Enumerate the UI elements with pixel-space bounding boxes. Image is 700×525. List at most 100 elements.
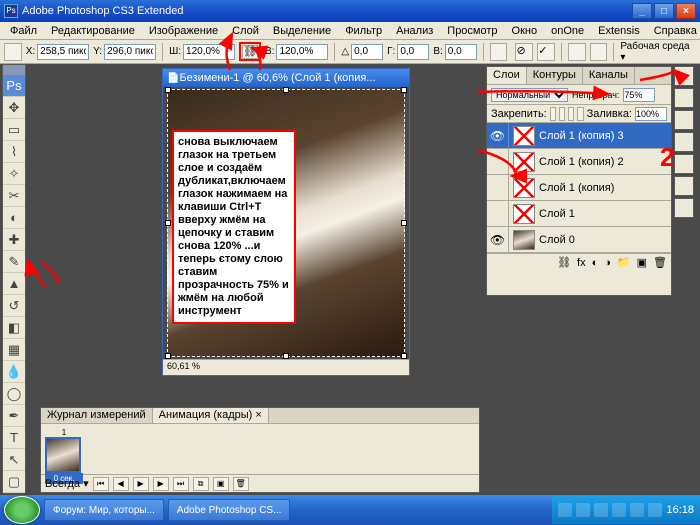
delete-frame-button[interactable]: 🗑 bbox=[233, 477, 249, 491]
tab-animation[interactable]: Анимация (кадры) × bbox=[153, 408, 269, 423]
fill-input[interactable] bbox=[635, 107, 667, 121]
eraser-tool[interactable]: ◧ bbox=[3, 317, 25, 339]
tray-icon[interactable] bbox=[594, 503, 608, 517]
loop-selector[interactable]: Всегда ▾ bbox=[45, 477, 89, 490]
toolbox-header[interactable] bbox=[3, 65, 25, 75]
maximize-button[interactable]: □ bbox=[654, 3, 674, 19]
pen-tool[interactable]: ✒ bbox=[3, 405, 25, 427]
move-tool[interactable]: ✥ bbox=[3, 97, 25, 119]
tray-icon[interactable] bbox=[576, 503, 590, 517]
minitab-7[interactable] bbox=[674, 198, 694, 218]
angle-input[interactable] bbox=[351, 44, 383, 60]
dodge-tool[interactable]: ◯ bbox=[3, 383, 25, 405]
menu-Окно[interactable]: Окно bbox=[506, 24, 544, 38]
chain-icon[interactable]: ⛓ bbox=[242, 45, 258, 59]
tray-icon[interactable] bbox=[612, 503, 626, 517]
commit-transform-icon[interactable]: ✓ bbox=[537, 43, 555, 61]
menu-Изображение[interactable]: Изображение bbox=[143, 24, 224, 38]
crop-tool[interactable]: ✂ bbox=[3, 185, 25, 207]
first-frame-button[interactable]: ⏮ bbox=[93, 477, 109, 491]
menu-Extensis[interactable]: Extensis bbox=[592, 24, 646, 38]
x-input[interactable] bbox=[37, 44, 89, 60]
blend-mode-select[interactable]: Нормальный bbox=[491, 88, 568, 102]
cancel-transform-icon[interactable]: ⊘ bbox=[515, 43, 533, 61]
anim-frame-1[interactable]: 1 0 сек. bbox=[45, 428, 83, 470]
eyedropper-tool[interactable]: ◐ bbox=[3, 207, 25, 229]
shape-tool[interactable]: ▢ bbox=[3, 471, 25, 493]
vskew-input[interactable] bbox=[445, 44, 477, 60]
w-input[interactable] bbox=[183, 44, 235, 60]
layer-row[interactable]: Слой 1 bbox=[487, 201, 671, 227]
layer-name[interactable]: Слой 1 (копия) 2 bbox=[539, 156, 671, 168]
layer-name[interactable]: Слой 1 (копия) 3 bbox=[539, 130, 671, 142]
tween-button[interactable]: ⧉ bbox=[193, 477, 209, 491]
hskew-input[interactable] bbox=[397, 44, 429, 60]
layer-name[interactable]: Слой 0 bbox=[539, 234, 671, 246]
layer-row[interactable]: Слой 1 (копия) bbox=[487, 175, 671, 201]
fx-icon[interactable]: fx bbox=[577, 257, 586, 269]
tray-icon[interactable] bbox=[558, 503, 572, 517]
y-input[interactable] bbox=[104, 44, 156, 60]
lock-pixels-icon[interactable] bbox=[559, 107, 565, 121]
layer-row[interactable]: 👁 Слой 0 bbox=[487, 227, 671, 253]
close-button[interactable]: × bbox=[676, 3, 696, 19]
visibility-icon[interactable]: 👁 bbox=[487, 123, 509, 148]
visibility-icon[interactable]: 👁 bbox=[487, 227, 509, 252]
stamp-tool[interactable]: ▲ bbox=[3, 273, 25, 295]
tab-measurements[interactable]: Журнал измерений bbox=[41, 408, 153, 423]
taskbar-btn-2[interactable]: Adobe Photoshop CS... bbox=[168, 499, 291, 521]
tab-channels[interactable]: Каналы bbox=[583, 67, 635, 84]
wand-tool[interactable]: ✧ bbox=[3, 163, 25, 185]
play-button[interactable]: ▶ bbox=[133, 477, 149, 491]
layer-row[interactable]: 👁 Слой 1 (копия) 3 bbox=[487, 123, 671, 149]
start-button[interactable] bbox=[4, 496, 40, 524]
menu-Файл[interactable]: Файл bbox=[4, 24, 43, 38]
tray-icon[interactable] bbox=[630, 503, 644, 517]
next-frame-button[interactable]: ▶ bbox=[153, 477, 169, 491]
visibility-icon[interactable] bbox=[487, 149, 509, 174]
minitab-2[interactable] bbox=[674, 88, 694, 108]
layer-name[interactable]: Слой 1 bbox=[539, 208, 671, 220]
new-frame-button[interactable]: ▣ bbox=[213, 477, 229, 491]
minitab-5[interactable] bbox=[674, 154, 694, 174]
tab-layers[interactable]: Слои bbox=[487, 67, 527, 84]
last-frame-button[interactable]: ⏭ bbox=[173, 477, 189, 491]
lasso-tool[interactable]: ⌇ bbox=[3, 141, 25, 163]
tab-paths[interactable]: Контуры bbox=[527, 67, 583, 84]
menu-Справка[interactable]: Справка bbox=[648, 24, 700, 38]
minitab-4[interactable] bbox=[674, 132, 694, 152]
new-layer-icon[interactable]: ▣ bbox=[637, 256, 647, 269]
adjustment-icon[interactable]: ◑ bbox=[604, 257, 611, 269]
gradient-tool[interactable]: ▦ bbox=[3, 339, 25, 361]
lock-pos-icon[interactable] bbox=[568, 107, 574, 121]
taskbar-btn-1[interactable]: Форум: Мир, которы... bbox=[44, 499, 164, 521]
visibility-icon[interactable] bbox=[487, 201, 509, 226]
tray-icon[interactable] bbox=[648, 503, 662, 517]
h-input[interactable] bbox=[276, 44, 328, 60]
path-tool[interactable]: ↖ bbox=[3, 449, 25, 471]
minitab-6[interactable] bbox=[674, 176, 694, 196]
system-tray[interactable]: 16:18 bbox=[552, 496, 700, 524]
minitab-3[interactable] bbox=[674, 110, 694, 130]
doc-status[interactable]: 60,61 % bbox=[163, 359, 409, 375]
menu-Редактирование[interactable]: Редактирование bbox=[45, 24, 141, 38]
type-tool[interactable]: T bbox=[3, 427, 25, 449]
mask-icon[interactable]: ◐ bbox=[592, 257, 599, 269]
warp-icon[interactable] bbox=[490, 43, 508, 61]
menu-Выделение[interactable]: Выделение bbox=[267, 24, 337, 38]
menu-Просмотр[interactable]: Просмотр bbox=[441, 24, 503, 38]
menu-onOne[interactable]: onOne bbox=[545, 24, 590, 38]
group-icon[interactable]: 📁 bbox=[617, 256, 631, 269]
workspace-selector[interactable]: Рабочая среда ▾ bbox=[620, 41, 696, 63]
menu-Фильтр[interactable]: Фильтр bbox=[339, 24, 388, 38]
brush-tool[interactable]: ✎ bbox=[3, 251, 25, 273]
marquee-tool[interactable]: ▭ bbox=[3, 119, 25, 141]
delete-layer-icon[interactable]: 🗑 bbox=[653, 256, 667, 269]
link-layers-icon[interactable]: ⛓ bbox=[557, 256, 571, 269]
minitab-1[interactable] bbox=[674, 66, 694, 86]
screen-mode-icon[interactable] bbox=[590, 43, 608, 61]
history-brush-tool[interactable]: ↺ bbox=[3, 295, 25, 317]
blur-tool[interactable]: 💧 bbox=[3, 361, 25, 383]
layer-name[interactable]: Слой 1 (копия) bbox=[539, 182, 671, 194]
menu-Слой[interactable]: Слой bbox=[226, 24, 265, 38]
